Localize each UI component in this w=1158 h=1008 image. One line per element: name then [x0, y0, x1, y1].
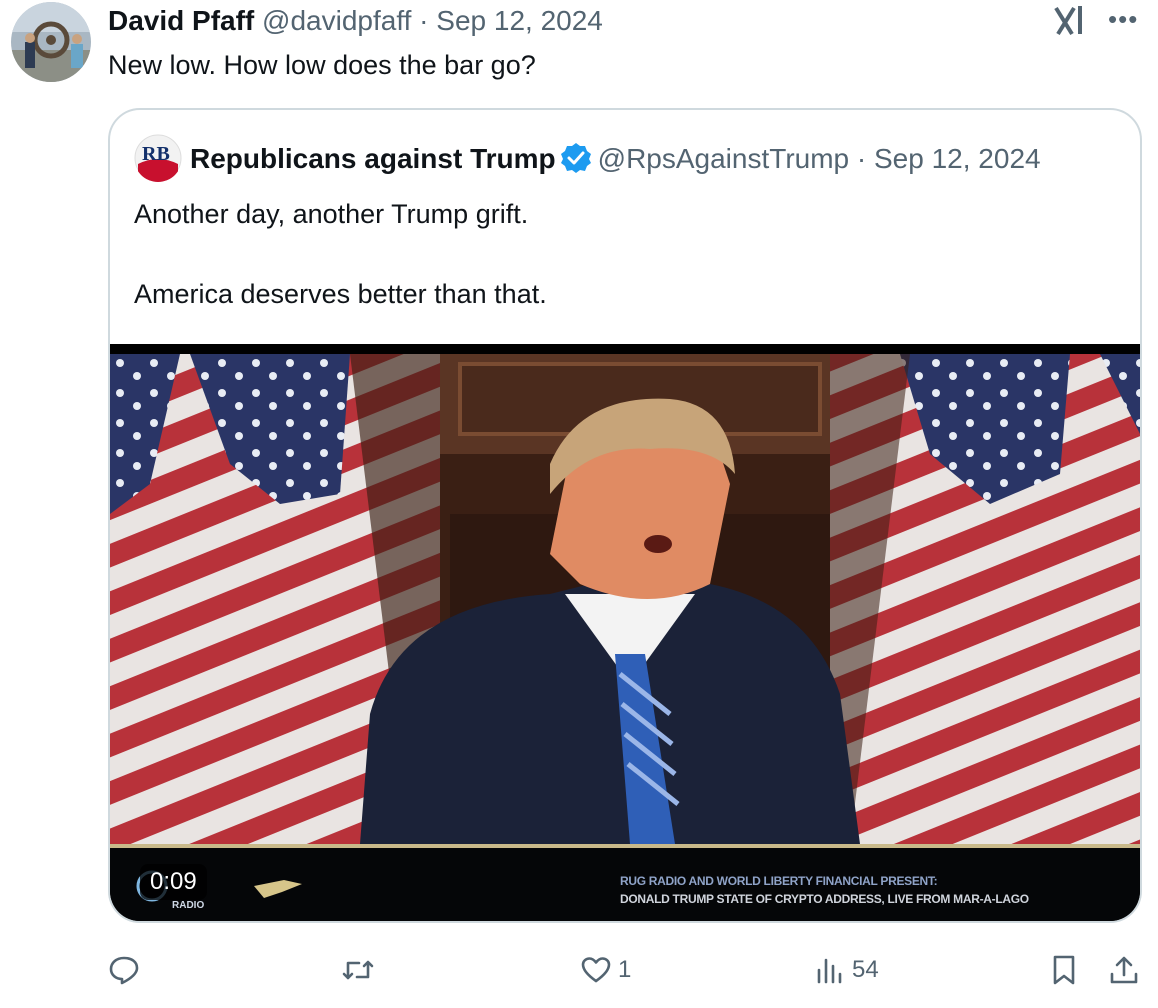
like-button[interactable]: 1: [580, 948, 631, 992]
banner-line2: DONALD TRUMP STATE OF CRYPTO ADDRESS, LI…: [620, 892, 1029, 906]
quoted-text-line1: Another day, another Trump grift.: [134, 199, 529, 229]
action-bar: 1 54: [0, 948, 1158, 992]
like-icon: [581, 957, 611, 983]
reply-button[interactable]: [108, 948, 146, 992]
more-icon[interactable]: •••: [1108, 4, 1138, 35]
tweet-header: David Pfaff @davidpfaff · Sep 12, 2024: [108, 4, 603, 38]
author-handle[interactable]: @davidpfaff: [262, 5, 411, 36]
tweet-text: New low. How low does the bar go?: [108, 50, 536, 80]
views-count: 54: [852, 956, 879, 983]
share-button[interactable]: [1108, 948, 1140, 992]
quoted-tweet[interactable]: RB Republicans against Trump @RpsAgainst…: [108, 108, 1142, 923]
quoted-text: Another day, another Trump grift. Americ…: [134, 194, 547, 314]
retweet-icon: [342, 960, 374, 980]
logo-text: RADIO: [172, 900, 204, 911]
quoted-separator: ·: [856, 143, 867, 174]
quoted-date[interactable]: Sep 12, 2024: [874, 143, 1041, 174]
quoted-avatar[interactable]: RB: [134, 134, 182, 182]
quoted-avatar-text: RB: [142, 143, 170, 165]
quoted-handle[interactable]: @RpsAgainstTrump: [598, 143, 849, 174]
share-icon: [1110, 956, 1138, 984]
author-name[interactable]: David Pfaff: [108, 5, 254, 36]
views-button[interactable]: 54: [814, 948, 879, 992]
verified-badge-icon: [560, 143, 591, 173]
bookmark-button[interactable]: [1048, 948, 1080, 992]
tweet-date[interactable]: Sep 12, 2024: [436, 5, 603, 36]
bookmark-icon: [1053, 955, 1075, 985]
banner-line1: RUG RADIO AND WORLD LIBERTY FINANCIAL PR…: [620, 874, 938, 888]
header-separator: ·: [419, 5, 429, 36]
video-frame: [110, 354, 1140, 844]
video-player[interactable]: RADIO 0:09 RUG RADIO AND WORLD LIBERTY F…: [110, 344, 1140, 921]
quoted-text-line2: America deserves better than that.: [134, 279, 547, 309]
quoted-author-name[interactable]: Republicans against Trump: [190, 143, 556, 174]
views-icon: [817, 958, 842, 984]
reply-icon: [109, 956, 139, 985]
grok-icon[interactable]: [1050, 4, 1090, 38]
author-avatar[interactable]: [11, 2, 91, 82]
like-count: 1: [618, 956, 632, 983]
quoted-header: Republicans against Trump @RpsAgainstTru…: [190, 142, 1041, 176]
retweet-button[interactable]: [342, 948, 380, 992]
video-timer: 0:09: [140, 864, 207, 900]
